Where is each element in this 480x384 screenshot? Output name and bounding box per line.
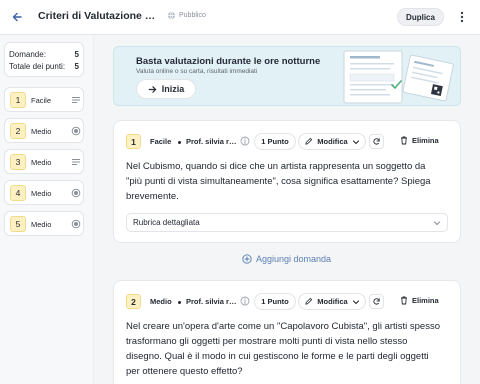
- question-difficulty: Medio: [31, 189, 52, 198]
- question-difficulty: Medio: [31, 220, 52, 229]
- sidebar-question-4[interactable]: 4 Medio: [4, 180, 84, 205]
- page-title: Criteri di Valutazione per 'Il Cubismo': [38, 10, 160, 22]
- question-text: Nel creare un'opera d'arte come un "Capo…: [126, 321, 441, 377]
- visibility-label: Pubblico: [179, 12, 206, 19]
- chevron-down-icon: [352, 299, 359, 304]
- main-content: Basta valutazioni durante le ore notturn…: [95, 36, 480, 384]
- banner-title: Basta valutazioni durante le ore notturn…: [136, 56, 321, 67]
- question-author: Prof. silvia rossi: [186, 297, 238, 306]
- question-difficulty: Medio: [150, 297, 172, 306]
- rubric-label: Rubrica dettagliata: [133, 218, 200, 227]
- question-card-header: 1 Facile Prof. silvia rossi 1 Punto Modi…: [126, 133, 452, 151]
- question-number: 4: [10, 185, 26, 201]
- globe-icon: [167, 11, 176, 20]
- question-number: 5: [10, 216, 26, 232]
- trash-icon: [401, 296, 407, 305]
- trash-icon: [401, 136, 407, 145]
- regenerate-button[interactable]: [369, 134, 384, 149]
- lines-icon: [72, 159, 80, 165]
- stat-label: Domande:: [9, 49, 46, 59]
- stat-value: 5: [74, 49, 79, 59]
- delete-button[interactable]: Elimina: [400, 296, 439, 305]
- info-icon[interactable]: [240, 136, 250, 146]
- info-icon[interactable]: [240, 296, 250, 306]
- pencil-icon: [305, 297, 313, 305]
- add-question-label: Aggiungi domanda: [256, 254, 332, 264]
- plus-circle-icon: [242, 254, 252, 264]
- points-button[interactable]: 1 Punto: [254, 133, 296, 150]
- add-question-button[interactable]: Aggiungi domanda: [242, 254, 331, 264]
- regenerate-button[interactable]: [369, 294, 384, 309]
- question-number: 3: [10, 154, 26, 170]
- refresh-icon: [373, 298, 380, 305]
- delete-label: Elimina: [412, 296, 439, 305]
- points-button[interactable]: 1 Punto: [254, 293, 296, 310]
- question-difficulty: Medio: [31, 158, 52, 167]
- question-difficulty: Facile: [31, 96, 52, 105]
- visibility-status: Pubblico: [167, 11, 206, 20]
- delete-button[interactable]: Elimina: [400, 136, 439, 145]
- radio-icon: [71, 126, 81, 136]
- question-difficulty: Medio: [31, 127, 52, 136]
- sidebar-question-5[interactable]: 5 Medio: [4, 211, 84, 236]
- question-number: 1: [126, 134, 141, 149]
- question-card-2: 2 Medio Prof. silvia rossi 1 Punto Modif…: [113, 280, 461, 384]
- question-number: 2: [10, 123, 26, 139]
- modify-button[interactable]: Modifica: [298, 293, 366, 310]
- question-card-1: 1 Facile Prof. silvia rossi 1 Punto Modi…: [113, 120, 461, 243]
- start-button-label: Inizia: [161, 84, 185, 94]
- chevron-down-icon: [352, 139, 359, 144]
- lines-icon: [72, 97, 80, 103]
- question-card-header: 2 Medio Prof. silvia rossi 1 Punto Modif…: [126, 293, 452, 311]
- question-stats: Domande: 5 Totale dei punti: 5: [4, 42, 84, 77]
- pencil-icon: [305, 137, 313, 145]
- modify-button[interactable]: Modifica: [298, 133, 366, 150]
- kebab-icon: [460, 11, 464, 23]
- delete-label: Elimina: [412, 136, 439, 145]
- top-bar: Criteri di Valutazione per 'Il Cubismo' …: [0, 0, 480, 35]
- radio-icon: [71, 188, 81, 198]
- modify-label: Modifica: [317, 137, 348, 146]
- separator-dot: [178, 301, 181, 304]
- stat-points: Totale dei punti: 5: [9, 60, 79, 72]
- question-difficulty: Facile: [150, 137, 172, 146]
- question-text: Nel Cubismo, quando si dice che un artis…: [126, 161, 431, 202]
- sidebar-question-2[interactable]: 2 Medio: [4, 118, 84, 143]
- arrow-right-icon: [148, 85, 156, 93]
- sidebar-question-3[interactable]: 3 Medio: [4, 149, 84, 174]
- arrow-left-icon: [12, 12, 22, 22]
- refresh-icon: [373, 138, 380, 145]
- question-number: 2: [126, 294, 141, 309]
- stat-label: Totale dei punti:: [9, 61, 66, 71]
- question-author: Prof. silvia rossi: [186, 137, 238, 146]
- back-button[interactable]: [8, 8, 26, 26]
- sidebar-question-1[interactable]: 1 Facile: [4, 87, 84, 112]
- rubric-dropdown[interactable]: Rubrica dettagliata: [126, 213, 448, 232]
- question-number: 1: [10, 92, 26, 108]
- more-options-button[interactable]: [455, 9, 469, 25]
- promo-banner: Basta valutazioni durante le ore notturn…: [113, 46, 461, 106]
- radio-icon: [71, 219, 81, 229]
- chevron-down-icon: [433, 221, 441, 226]
- stat-questions: Domande: 5: [9, 48, 79, 60]
- start-button[interactable]: Inizia: [136, 79, 196, 99]
- modify-label: Modifica: [317, 297, 348, 306]
- banner-subtitle: Valuta online o su carta, risultati imme…: [136, 68, 258, 75]
- separator-dot: [178, 141, 181, 144]
- worksheet-illustration: [343, 50, 454, 104]
- stat-value: 5: [74, 61, 79, 71]
- duplicate-button[interactable]: Duplica: [397, 8, 444, 26]
- sidebar: Domande: 5 Totale dei punti: 5 1 Facile …: [0, 36, 94, 384]
